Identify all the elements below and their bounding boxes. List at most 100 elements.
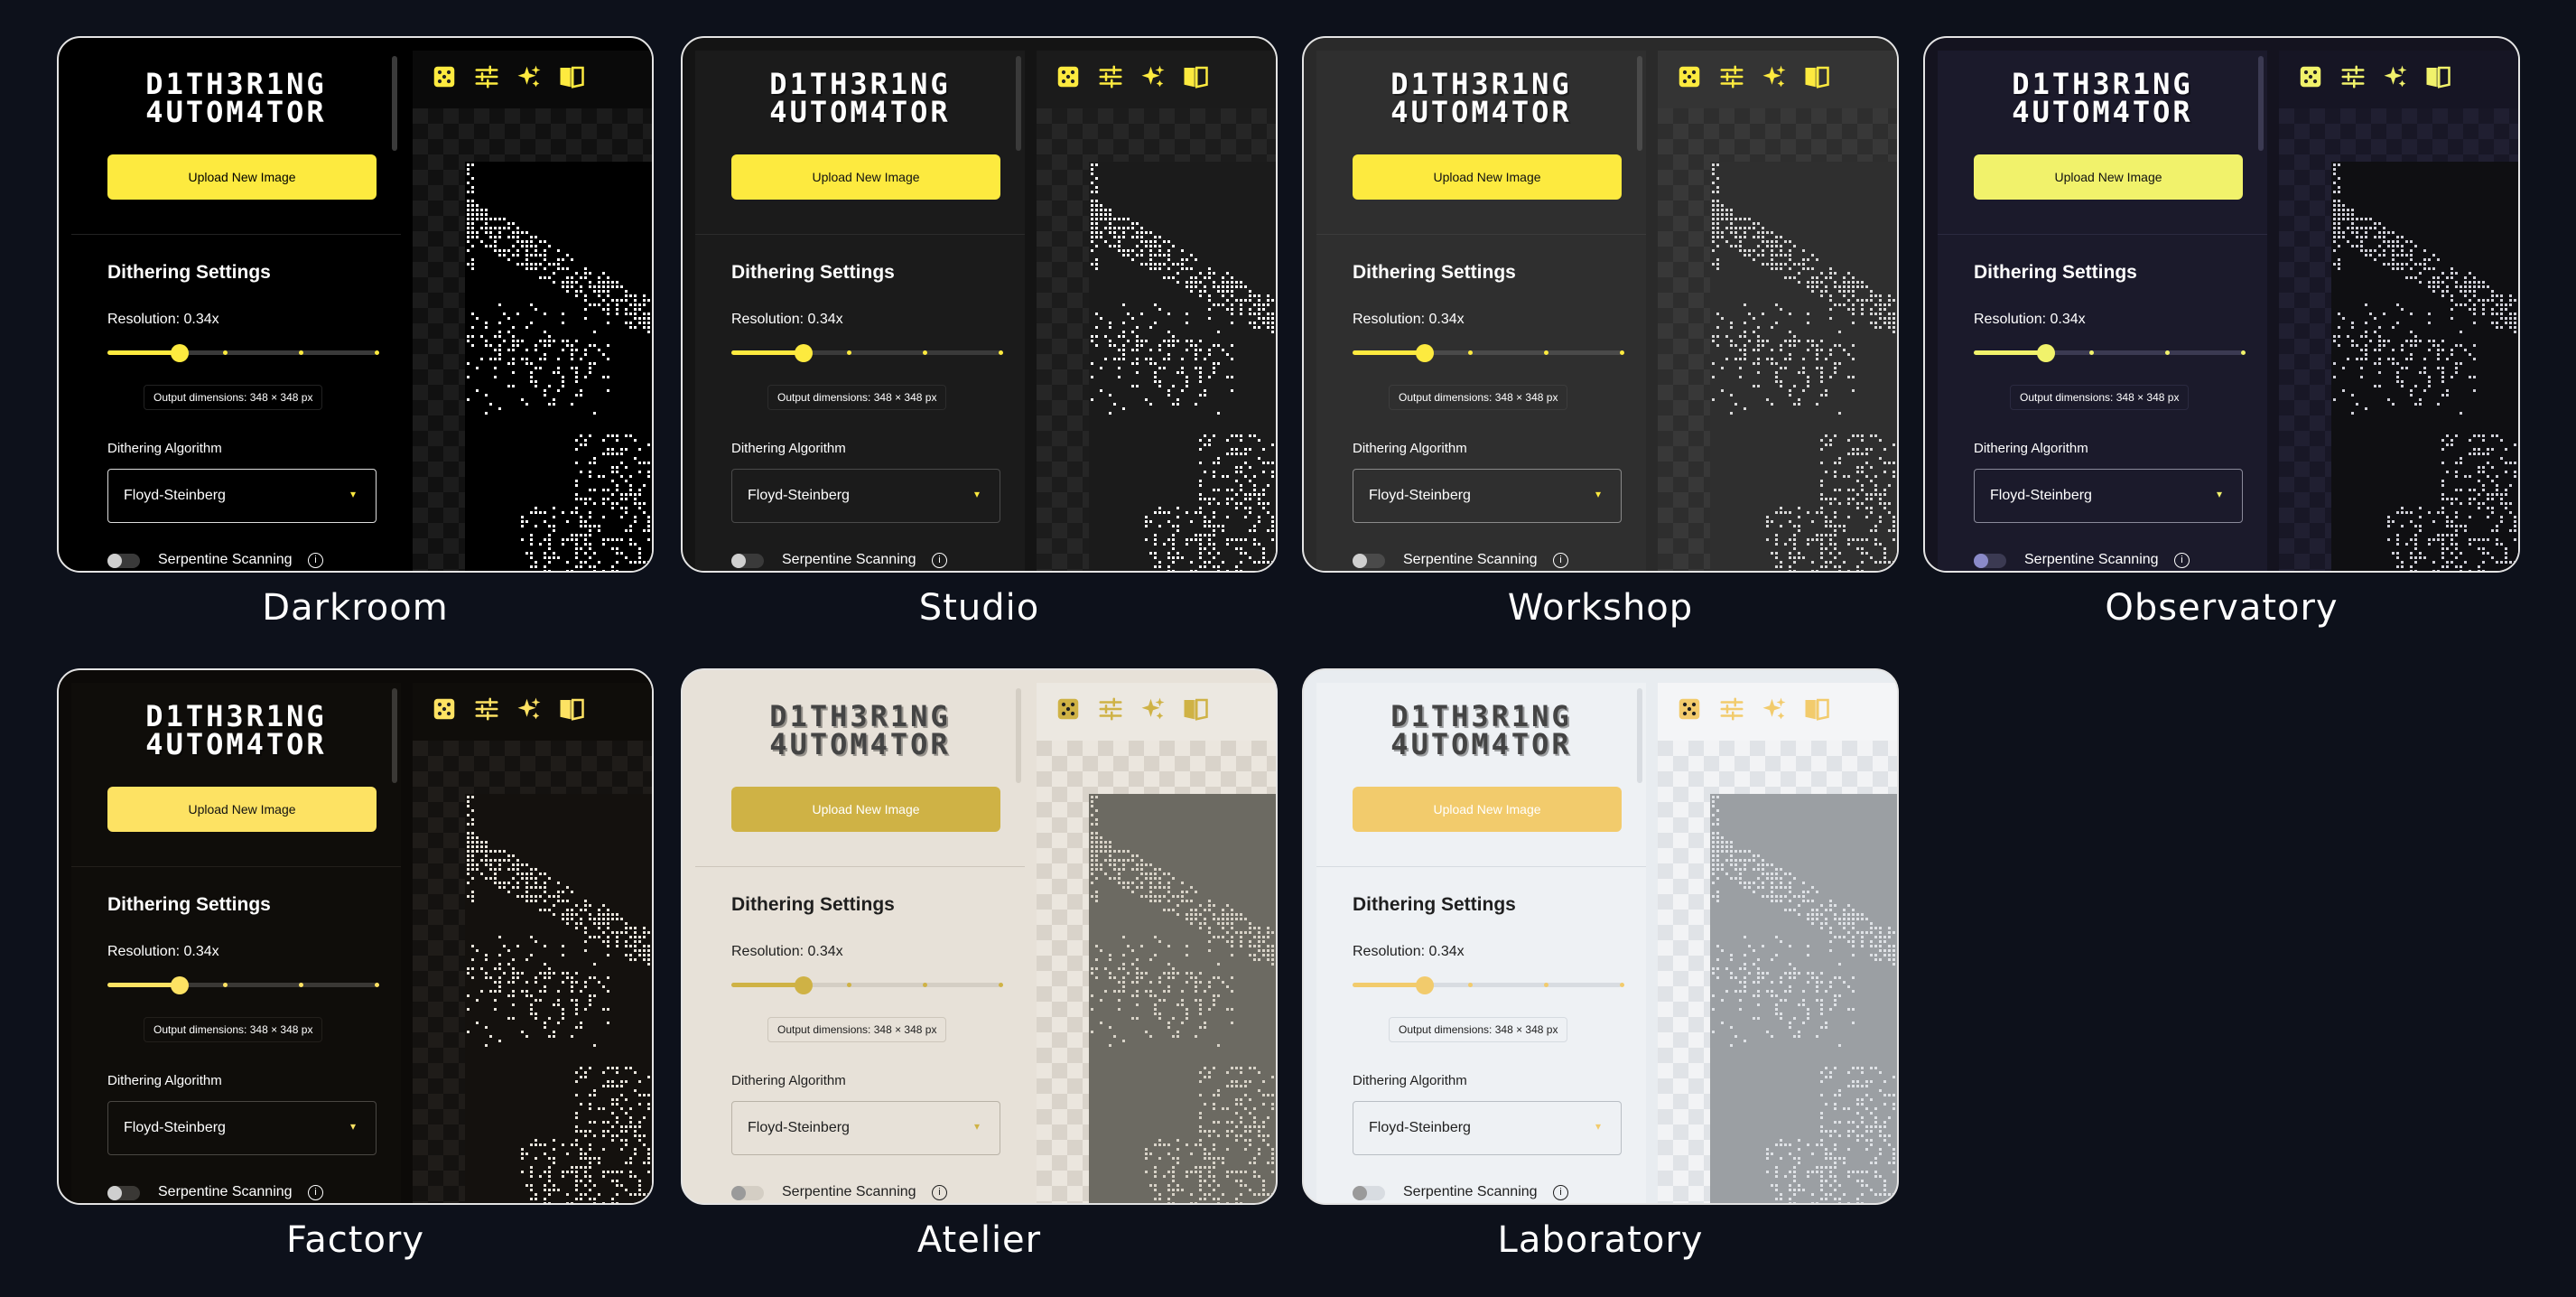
algorithm-select[interactable]: Floyd-Steinberg ▾: [107, 1101, 377, 1155]
algorithm-value: Floyd-Steinberg: [1369, 488, 1471, 503]
resolution-slider-thumb[interactable]: [171, 976, 189, 994]
serpentine-toggle[interactable]: [107, 554, 140, 568]
sliders-icon[interactable]: [1718, 695, 1745, 723]
info-icon[interactable]: i: [932, 1185, 947, 1200]
sparkles-icon[interactable]: [1761, 695, 1788, 723]
book-icon[interactable]: [1803, 695, 1830, 723]
sidebar-scrollbar[interactable]: [1016, 688, 1021, 783]
upload-image-button[interactable]: Upload New Image: [731, 154, 1000, 200]
sidebar-scrollbar[interactable]: [2258, 56, 2264, 151]
theme-card-darkroom[interactable]: D1TH3R1NG 4UTOM4TOR Upload New Image Dither…: [57, 36, 654, 573]
info-icon[interactable]: i: [1553, 1185, 1568, 1200]
sidebar-scrollbar[interactable]: [1016, 56, 1021, 151]
resolution-slider-thumb[interactable]: [795, 344, 813, 362]
settings-title: Dithering Settings: [1353, 262, 1516, 283]
serpentine-toggle[interactable]: [731, 554, 764, 568]
upload-image-button[interactable]: Upload New Image: [107, 787, 377, 832]
dithered-image: [465, 162, 652, 571]
book-icon[interactable]: [558, 63, 585, 90]
algorithm-select[interactable]: Floyd-Steinberg ▾: [1974, 469, 2243, 523]
book-icon[interactable]: [1803, 63, 1830, 90]
preview-toolbar: [1658, 51, 1897, 109]
resolution-slider-thumb[interactable]: [2037, 344, 2055, 362]
serpentine-label: Serpentine Scanning: [1403, 1184, 1538, 1199]
serpentine-toggle[interactable]: [731, 1186, 764, 1200]
algorithm-label: Dithering Algorithm: [1353, 1073, 1467, 1088]
slider-tick: [1544, 350, 1548, 355]
algorithm-select[interactable]: Floyd-Steinberg ▾: [107, 469, 377, 523]
sliders-icon[interactable]: [473, 695, 500, 723]
dice-icon[interactable]: [1676, 695, 1703, 723]
algorithm-select[interactable]: Floyd-Steinberg ▾: [731, 469, 1000, 523]
sliders-icon[interactable]: [1097, 695, 1124, 723]
book-icon[interactable]: [558, 695, 585, 723]
theme-card-workshop[interactable]: D1TH3R1NG 4UTOM4TOR Upload New Image Dither…: [1302, 36, 1899, 573]
book-icon[interactable]: [1182, 63, 1209, 90]
info-icon[interactable]: i: [308, 1185, 323, 1200]
dice-icon[interactable]: [1676, 63, 1703, 90]
theme-card-laboratory[interactable]: D1TH3R1NG 4UTOM4TOR Upload New Image Dither…: [1302, 668, 1899, 1205]
serpentine-toggle[interactable]: [107, 1186, 140, 1200]
sparkles-icon[interactable]: [2382, 63, 2409, 90]
info-icon[interactable]: i: [1553, 553, 1568, 568]
serpentine-toggle[interactable]: [1353, 1186, 1385, 1200]
sparkles-icon[interactable]: [1761, 63, 1788, 90]
sparkles-icon[interactable]: [1139, 63, 1167, 90]
settings-sidebar: D1TH3R1NG 4UTOM4TOR Upload New Image Dither…: [695, 51, 1025, 571]
upload-image-button[interactable]: Upload New Image: [1353, 154, 1622, 200]
theme-card-factory[interactable]: D1TH3R1NG 4UTOM4TOR Upload New Image Dither…: [57, 668, 654, 1205]
dice-icon[interactable]: [1055, 695, 1082, 723]
algorithm-select[interactable]: Floyd-Steinberg ▾: [1353, 469, 1622, 523]
output-dimensions-badge: Output dimensions: 348 × 348 px: [144, 385, 323, 410]
dice-icon[interactable]: [2297, 63, 2324, 90]
sparkles-icon[interactable]: [1139, 695, 1167, 723]
algorithm-label: Dithering Algorithm: [107, 441, 222, 456]
dice-icon[interactable]: [431, 695, 458, 723]
dice-icon[interactable]: [1055, 63, 1082, 90]
upload-image-button[interactable]: Upload New Image: [1974, 154, 2243, 200]
logo-line-2: 4UTOM4TOR: [769, 95, 951, 129]
serpentine-label: Serpentine Scanning: [158, 552, 293, 567]
resolution-slider-thumb[interactable]: [1416, 976, 1434, 994]
theme-card-atelier[interactable]: D1TH3R1NG 4UTOM4TOR Upload New Image Dither…: [681, 668, 1278, 1205]
sparkles-icon[interactable]: [516, 695, 543, 723]
upload-image-button[interactable]: Upload New Image: [1353, 787, 1622, 832]
toggle-knob: [1974, 554, 1988, 568]
slider-tick: [1468, 350, 1473, 355]
sliders-icon[interactable]: [473, 63, 500, 90]
book-icon[interactable]: [1182, 695, 1209, 723]
resolution-slider-thumb[interactable]: [1416, 344, 1434, 362]
resolution-slider-thumb[interactable]: [795, 976, 813, 994]
theme-card-studio[interactable]: D1TH3R1NG 4UTOM4TOR Upload New Image Dither…: [681, 36, 1278, 573]
sliders-icon[interactable]: [2339, 63, 2367, 90]
chevron-down-icon: ▾: [2216, 488, 2222, 500]
settings-title: Dithering Settings: [107, 894, 271, 915]
logo-line-2: 4UTOM4TOR: [1390, 95, 1572, 129]
sidebar-scrollbar[interactable]: [392, 56, 397, 151]
sparkles-icon[interactable]: [516, 63, 543, 90]
info-icon[interactable]: i: [2174, 553, 2190, 568]
sidebar-scrollbar[interactable]: [1637, 56, 1642, 151]
dice-icon[interactable]: [431, 63, 458, 90]
theme-card-observatory[interactable]: D1TH3R1NG 4UTOM4TOR Upload New Image Dither…: [1923, 36, 2520, 573]
logo-area: D1TH3R1NG 4UTOM4TOR: [71, 51, 401, 235]
algorithm-select[interactable]: Floyd-Steinberg ▾: [1353, 1101, 1622, 1155]
preview-toolbar: [1658, 683, 1897, 742]
sliders-icon[interactable]: [1097, 63, 1124, 90]
settings-title: Dithering Settings: [1353, 894, 1516, 915]
sliders-icon[interactable]: [1718, 63, 1745, 90]
serpentine-toggle[interactable]: [1353, 554, 1385, 568]
app-logo: D1TH3R1NG 4UTOM4TOR: [695, 702, 1025, 759]
slider-tick: [2089, 350, 2094, 355]
info-icon[interactable]: i: [932, 553, 947, 568]
sidebar-scrollbar[interactable]: [1637, 688, 1642, 783]
algorithm-select[interactable]: Floyd-Steinberg ▾: [731, 1101, 1000, 1155]
book-icon[interactable]: [2424, 63, 2451, 90]
info-icon[interactable]: i: [308, 553, 323, 568]
upload-image-button[interactable]: Upload New Image: [107, 154, 377, 200]
serpentine-toggle[interactable]: [1974, 554, 2006, 568]
resolution-slider-thumb[interactable]: [171, 344, 189, 362]
upload-image-button[interactable]: Upload New Image: [731, 787, 1000, 832]
logo-area: D1TH3R1NG 4UTOM4TOR: [1316, 683, 1646, 867]
sidebar-scrollbar[interactable]: [392, 688, 397, 783]
